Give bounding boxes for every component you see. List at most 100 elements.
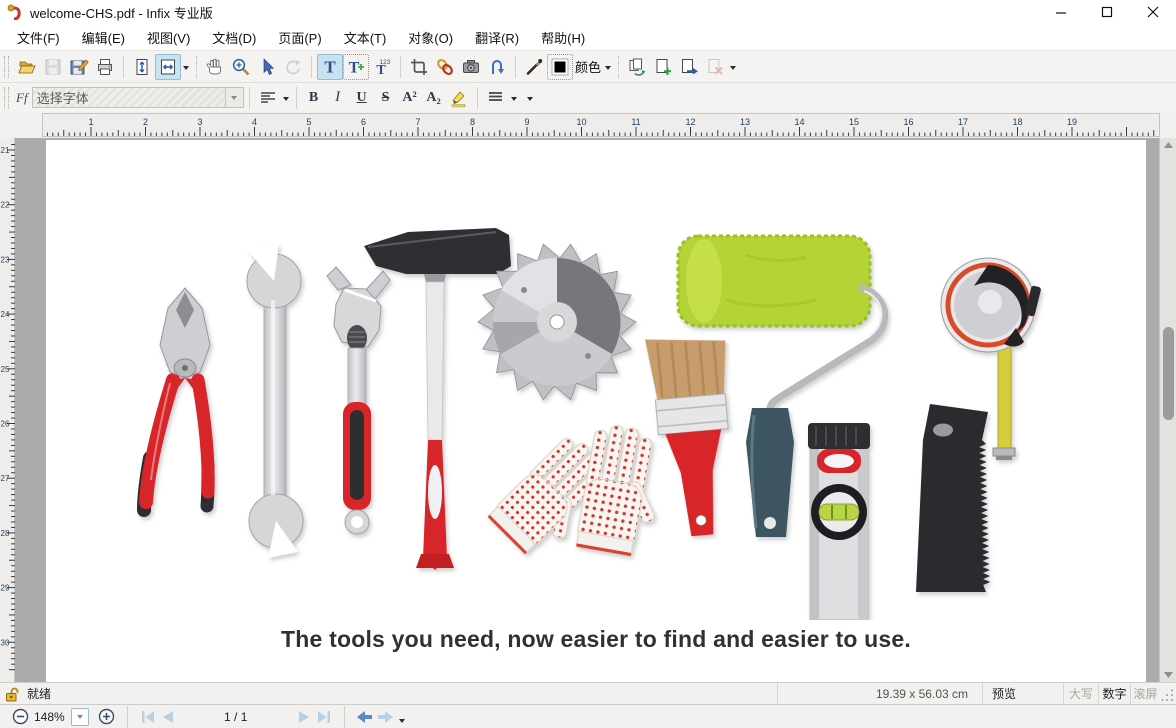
triangle-up-icon (1164, 142, 1173, 148)
zoom-out-button[interactable] (10, 707, 30, 727)
scrollbar-thumb[interactable] (1163, 327, 1174, 420)
camera-tool-button[interactable] (458, 54, 484, 80)
color-dropdown[interactable] (605, 66, 611, 73)
highlight-button[interactable] (446, 85, 472, 111)
zoom-in-button[interactable] (97, 707, 117, 727)
save-button[interactable] (40, 54, 66, 80)
preview-mode-indicator[interactable]: 预览 (982, 683, 1063, 704)
text-numbering-button[interactable]: T 123 (369, 54, 395, 80)
close-icon (1147, 6, 1159, 18)
open-button[interactable] (14, 54, 40, 80)
zoom-level-value[interactable]: 148% (34, 710, 65, 724)
line-spacing-button[interactable] (483, 85, 509, 111)
select-tool-button[interactable] (254, 54, 280, 80)
scroll-up-button[interactable] (1162, 140, 1174, 150)
save-as-button[interactable] (66, 54, 92, 80)
text-tool-button[interactable]: T (317, 54, 343, 80)
menu-item-help[interactable]: 帮助(H) (530, 25, 596, 50)
superscript-button[interactable]: A² (398, 86, 422, 110)
caps-lock-indicator: 大写 (1063, 683, 1098, 704)
adjustable-wrench-image (327, 267, 390, 534)
link-tool-button[interactable] (432, 54, 458, 80)
vertical-ruler-ticks: 21222324252627282930 (0, 138, 15, 682)
underline-button[interactable]: U (350, 86, 374, 110)
insert-page-button[interactable] (650, 54, 676, 80)
camera-icon (461, 57, 481, 77)
previous-page-button[interactable] (158, 707, 178, 727)
svg-text:26: 26 (1, 420, 10, 429)
minimize-button[interactable] (1038, 0, 1084, 24)
fit-width-icon (158, 57, 178, 77)
app-window: welcome-CHS.pdf - Infix 专业版 文件(F)编辑(E)视图… (0, 0, 1176, 728)
fit-width-button[interactable] (155, 54, 181, 80)
navbar-overflow-dropdown[interactable] (399, 719, 405, 726)
svg-text:28: 28 (1, 529, 10, 538)
maximize-icon (1101, 6, 1113, 18)
subscript-button[interactable]: A₂ (422, 86, 446, 110)
line-spacing-dropdown[interactable] (511, 97, 517, 104)
align-dropdown[interactable] (283, 97, 289, 104)
toolbar-separator (296, 87, 297, 109)
page-tools-dropdown[interactable] (730, 66, 736, 73)
menu-item-file[interactable]: 文件(F) (6, 25, 71, 50)
close-button[interactable] (1130, 0, 1176, 24)
crop-tool-button[interactable] (406, 54, 432, 80)
first-page-button[interactable] (138, 707, 158, 727)
toolbar-separator (196, 56, 197, 78)
font-select[interactable]: 选择字体 (32, 87, 244, 108)
menu-item-translate[interactable]: 翻译(R) (464, 25, 530, 50)
toolbar-grip[interactable] (4, 56, 9, 78)
eyedropper-button[interactable] (521, 54, 547, 80)
next-page-button[interactable] (294, 707, 314, 727)
menu-item-edit[interactable]: 编辑(E) (71, 25, 136, 50)
vertical-scrollbar[interactable] (1159, 138, 1176, 682)
add-text-button[interactable]: T (343, 54, 369, 80)
view-forward-button[interactable] (375, 707, 395, 727)
align-button[interactable] (255, 85, 281, 111)
view-back-button[interactable] (355, 707, 375, 727)
color-swatch-button[interactable] (547, 54, 573, 80)
rotate-tool-button[interactable] (280, 54, 306, 80)
menu-item-page[interactable]: 页面(P) (267, 25, 332, 50)
hand-saw-image (916, 404, 990, 592)
svg-text:19: 19 (1067, 117, 1077, 127)
horizontal-ruler-ticks: 12345678910111213141516171819 (43, 114, 1159, 136)
font-face-icon: Ff (16, 90, 28, 106)
spirit-level-image (808, 423, 870, 620)
paintbrush-image (645, 333, 742, 539)
bold-button[interactable]: B (302, 86, 326, 110)
svg-text:3: 3 (197, 117, 202, 127)
diagonal-pliers-image (144, 288, 210, 510)
last-page-button[interactable] (314, 707, 334, 727)
document-area: 21222324252627282930 (0, 138, 1176, 682)
svg-text:13: 13 (740, 117, 750, 127)
hand-tool-button[interactable] (202, 54, 228, 80)
export-page-button[interactable] (676, 54, 702, 80)
menu-item-object[interactable]: 对象(O) (397, 25, 464, 50)
menu-item-document[interactable]: 文档(D) (201, 25, 267, 50)
strikethrough-button[interactable]: S (374, 86, 398, 110)
fit-options-dropdown[interactable] (183, 66, 189, 73)
add-text-icon: T (346, 57, 366, 77)
scroll-lock-indicator: 滚屏 (1130, 683, 1160, 704)
scroll-down-button[interactable] (1162, 670, 1174, 680)
delete-page-button[interactable] (702, 54, 728, 80)
pdf-page[interactable]: The tools you need, now easier to find a… (46, 140, 1146, 682)
svg-text:11: 11 (631, 117, 640, 127)
font-select-dropdown[interactable] (225, 88, 243, 107)
menu-item-text[interactable]: 文本(T) (333, 25, 398, 50)
menu-item-view[interactable]: 视图(V) (136, 25, 201, 50)
zoom-level-dropdown[interactable] (71, 708, 89, 726)
reflow-tool-button[interactable] (484, 54, 510, 80)
toolbar-overflow-dropdown[interactable] (527, 97, 533, 104)
print-button[interactable] (92, 54, 118, 80)
fit-height-button[interactable] (129, 54, 155, 80)
forward-arrow-icon (376, 710, 394, 724)
toolbar-separator (400, 56, 401, 78)
toolbar-grip[interactable] (4, 87, 9, 109)
refresh-pages-button[interactable] (624, 54, 650, 80)
resize-grip[interactable] (1160, 683, 1176, 704)
zoom-tool-button[interactable] (228, 54, 254, 80)
maximize-button[interactable] (1084, 0, 1130, 24)
italic-button[interactable]: I (326, 86, 350, 110)
